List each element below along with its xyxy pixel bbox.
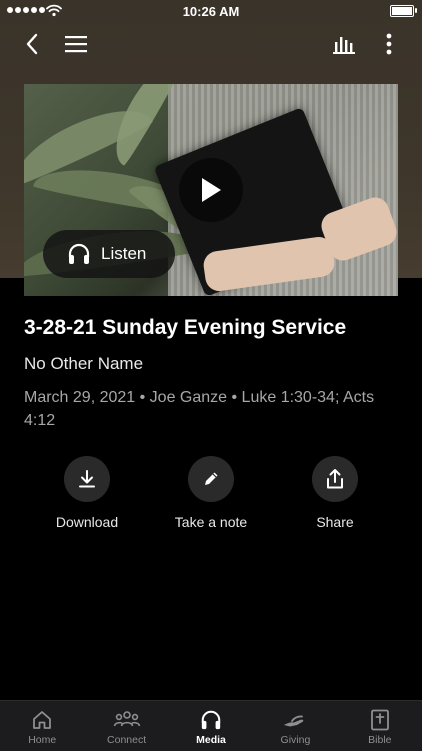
headphones-icon (201, 710, 221, 730)
chevron-left-icon (26, 33, 38, 55)
share-button[interactable]: Share (275, 456, 395, 530)
take-note-button[interactable]: Take a note (151, 456, 271, 530)
hamburger-icon (65, 36, 87, 53)
audio-button[interactable] (330, 30, 358, 58)
status-time: 10:26 AM (182, 3, 240, 19)
sermon-meta: March 29, 2021 • Joe Ganze • Luke 1:30-3… (24, 389, 375, 429)
download-button[interactable]: Download (27, 456, 147, 530)
bible-icon (370, 709, 389, 731)
home-icon (33, 711, 52, 729)
tab-home[interactable]: Home (0, 701, 84, 751)
more-button[interactable] (375, 30, 403, 58)
share-label: Share (316, 514, 354, 530)
sermon-title: 3-28-21 Sunday Evening Service (24, 316, 347, 339)
tab-connect-label: Connect (107, 734, 147, 746)
download-label: Download (55, 514, 119, 530)
tab-giving-label: Giving (280, 734, 311, 746)
headphones-icon (68, 243, 90, 264)
tab-media[interactable]: Media (169, 701, 253, 751)
share-circle (312, 456, 358, 502)
take-note-label: Take a note (174, 514, 248, 530)
menu-button[interactable] (62, 30, 90, 58)
download-icon (79, 470, 95, 488)
tab-bible-label: Bible (368, 734, 392, 746)
vertical-ellipsis-icon (386, 33, 392, 55)
bars-icon (333, 37, 355, 54)
play-icon (202, 178, 221, 202)
top-nav (0, 26, 422, 62)
status-bar: 10:26 AM (0, 0, 422, 22)
signal-icon (7, 7, 45, 13)
tab-home-label: Home (28, 734, 57, 746)
tab-media-label: Media (196, 734, 226, 746)
battery-icon (390, 5, 417, 17)
note-circle (188, 456, 234, 502)
listen-button[interactable]: Listen (43, 230, 175, 278)
tab-bar: Home Connect Media Giving Bible (0, 700, 422, 751)
wifi-icon (46, 4, 62, 17)
action-row: Download Take a note Share (0, 456, 422, 536)
people-icon (113, 711, 140, 727)
hand-icon (284, 715, 304, 727)
sermon-image: Listen (24, 84, 398, 296)
share-icon (327, 469, 343, 489)
tab-giving[interactable]: Giving (253, 701, 337, 751)
play-button[interactable] (179, 158, 243, 222)
sermon-subtitle: No Other Name (24, 354, 144, 373)
download-circle (64, 456, 110, 502)
pencil-icon (205, 472, 218, 485)
tab-connect[interactable]: Connect (84, 701, 168, 751)
listen-label: Listen (101, 244, 147, 263)
tab-bible[interactable]: Bible (338, 701, 422, 751)
back-button[interactable] (18, 30, 46, 58)
